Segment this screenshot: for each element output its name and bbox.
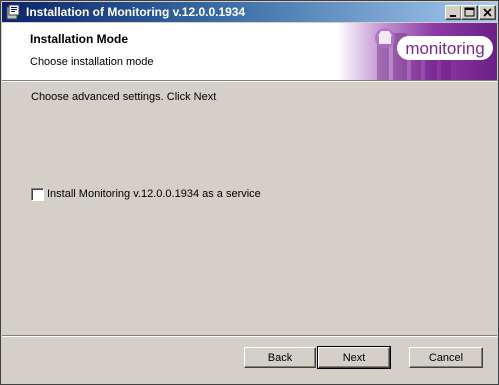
title-bar[interactable]: Installation of Monitoring v.12.0.0.1934 (2, 2, 497, 22)
maximize-button[interactable] (461, 5, 478, 20)
minimize-icon (450, 15, 456, 17)
store-icon (375, 28, 395, 48)
window-title: Installation of Monitoring v.12.0.0.1934 (26, 5, 246, 19)
next-button[interactable]: Next (317, 346, 391, 369)
footer-divider (2, 335, 497, 337)
page-title: Installation Mode (30, 32, 129, 46)
brand-logo-text: monitoring (405, 39, 484, 58)
minimize-button[interactable] (445, 5, 462, 20)
header-divider (2, 80, 497, 82)
wizard-header: Installation Mode Choose installation mo… (2, 23, 497, 80)
instruction-text: Choose advanced settings. Click Next (31, 91, 217, 103)
installer-window: Installation of Monitoring v.12.0.0.1934… (0, 0, 499, 385)
service-checkbox-label[interactable]: Install Monitoring v.12.0.0.1934 as a se… (47, 188, 261, 200)
page-subtitle: Choose installation mode (30, 56, 154, 68)
close-icon (483, 8, 492, 17)
close-button[interactable] (479, 5, 496, 20)
installer-app-icon (6, 4, 22, 20)
back-button[interactable]: Back (244, 347, 316, 368)
brand-banner: monitoring (337, 23, 497, 80)
service-checkbox[interactable] (31, 188, 44, 201)
maximize-icon (464, 7, 475, 17)
cancel-button[interactable]: Cancel (409, 347, 483, 368)
